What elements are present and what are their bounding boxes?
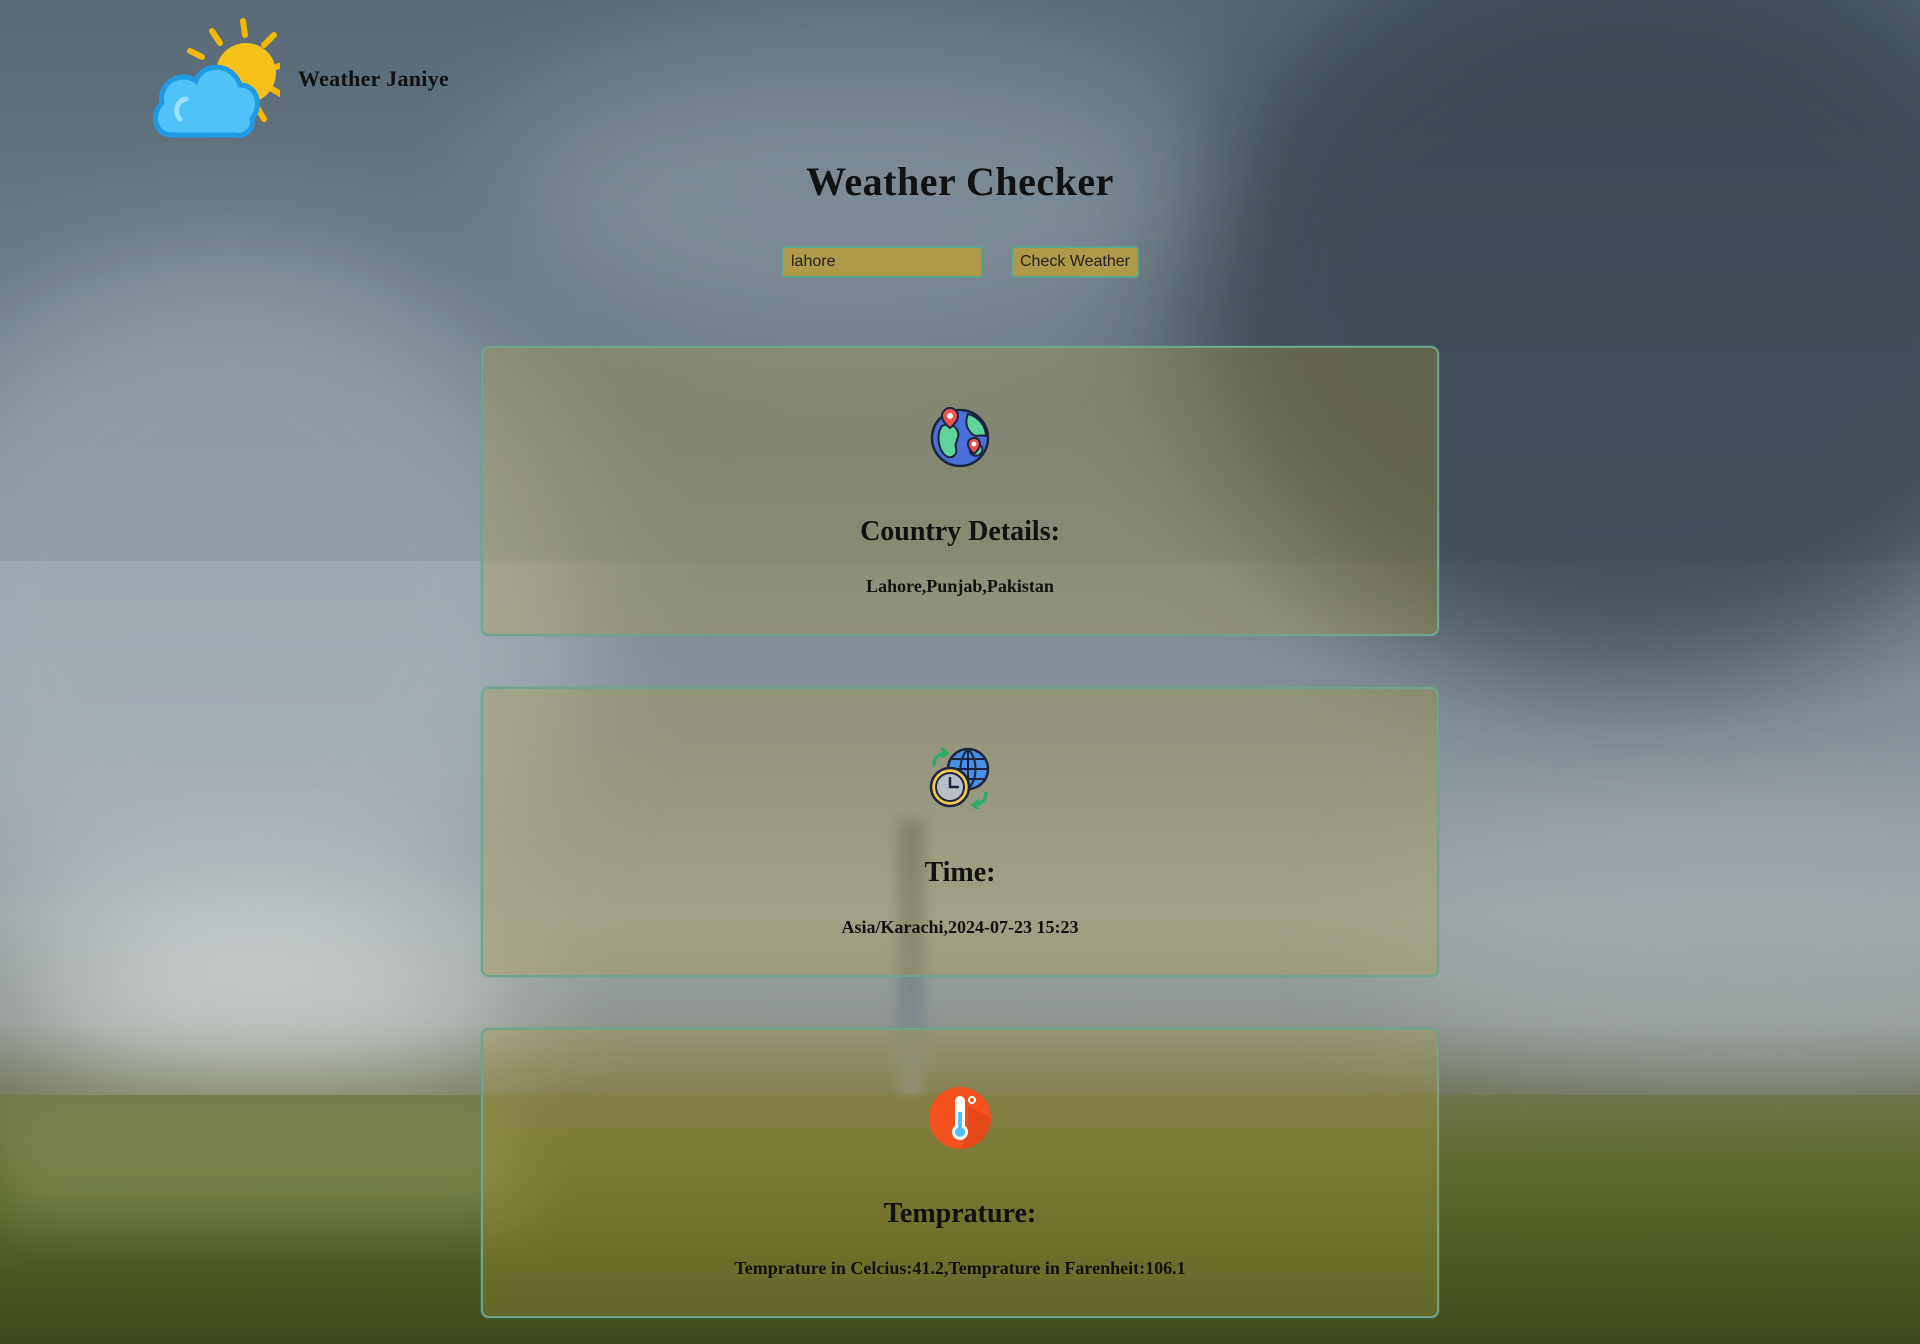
city-search-input[interactable] (781, 246, 983, 278)
sun-behind-cloud-icon (152, 18, 280, 138)
temperature-card: Temprature: Temprature in Celcius:41.2,T… (481, 1028, 1439, 1318)
time-card: Time: Asia/Karachi,2024-07-23 15:23 (481, 687, 1439, 977)
country-heading: Country Details: (860, 516, 1060, 547)
check-weather-button[interactable]: Check Weather (1011, 246, 1139, 278)
brand-name: Weather Janiye (298, 66, 450, 91)
world-clock-icon (929, 747, 990, 809)
header-logo: Weather Janiye (150, 15, 449, 145)
temperature-value: Temprature in Celcius:41.2,Temprature in… (734, 1258, 1186, 1278)
search-bar: Check Weather (0, 246, 1920, 278)
country-details-card: Country Details: Lahore,Punjab,Pakistan (481, 346, 1439, 636)
time-heading: Time: (924, 857, 996, 888)
globe-location-icon (930, 406, 990, 468)
temperature-heading: Temprature: (883, 1198, 1037, 1229)
time-value: Asia/Karachi,2024-07-23 15:23 (841, 917, 1079, 937)
country-value: Lahore,Punjab,Pakistan (866, 576, 1054, 596)
thermometer-icon (929, 1087, 991, 1149)
page-title: Weather Checker (806, 159, 1114, 204)
